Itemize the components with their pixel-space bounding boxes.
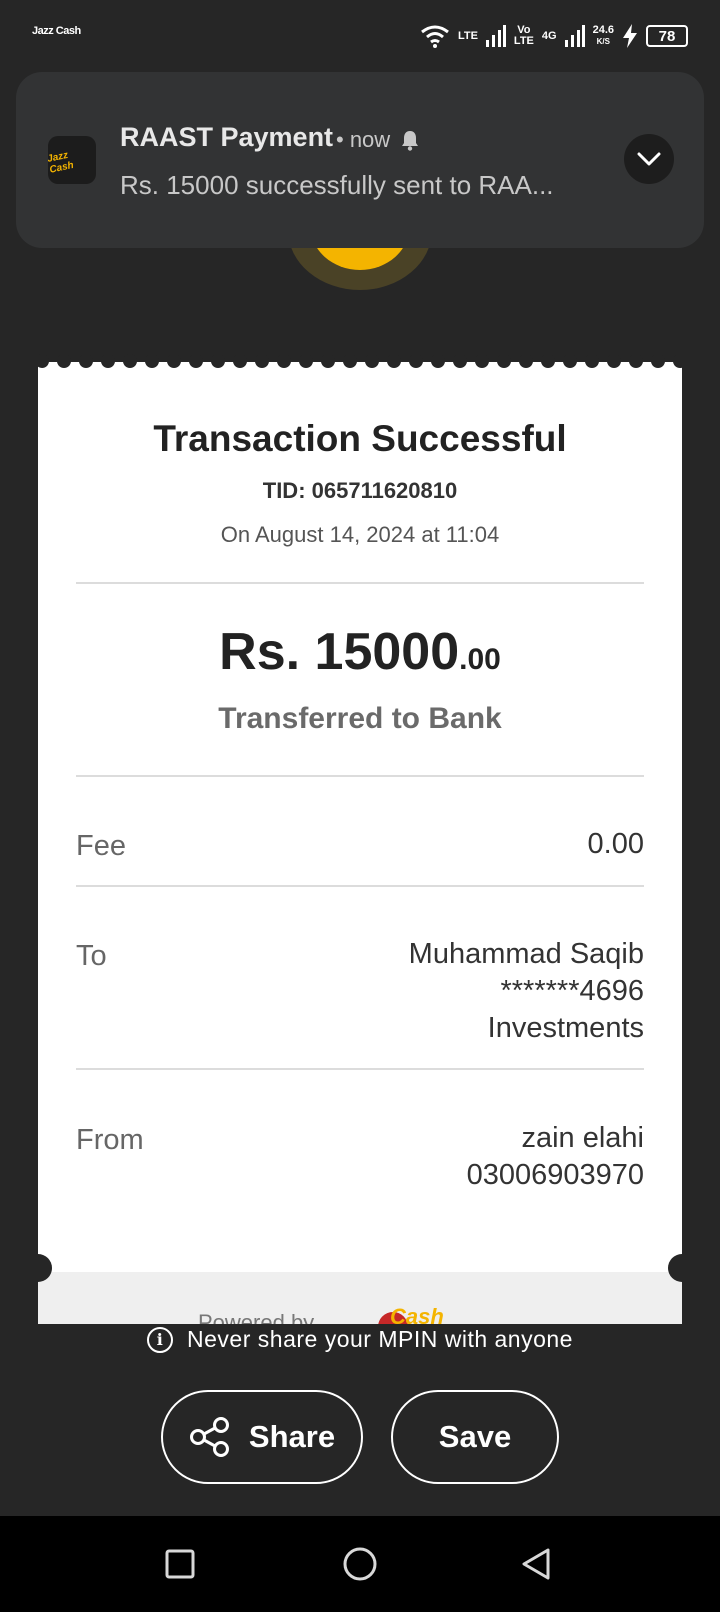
divider xyxy=(76,1068,644,1070)
volte-bottom: LTE xyxy=(513,35,534,47)
share-label: Share xyxy=(248,1419,336,1454)
jazzcash-app-icon: Jazz Cash xyxy=(48,136,96,184)
lte-label: LTE xyxy=(457,29,478,42)
notification-expand-button[interactable] xyxy=(624,134,674,184)
brand-logo-text: Cash xyxy=(390,1304,444,1324)
save-button[interactable]: Save xyxy=(391,1390,559,1484)
speed-unit: K/S xyxy=(596,37,610,46)
notification-time: • now xyxy=(336,127,391,152)
status-bar: Jazz Cash LTE Vo LTE 4G 24.6 K/S 78 xyxy=(0,0,720,70)
save-label: Save xyxy=(438,1419,512,1454)
square-icon xyxy=(165,1549,195,1579)
jazzcash-status-logo: Jazz Cash xyxy=(32,25,81,37)
to-label: To xyxy=(76,940,107,972)
4g-label: 4G xyxy=(541,29,557,42)
circle-icon xyxy=(343,1547,377,1581)
battery-indicator: 78 xyxy=(646,25,688,47)
divider xyxy=(76,582,644,584)
signal-icon-2 xyxy=(564,25,585,47)
app-icon-label: Jazz Cash xyxy=(48,149,75,176)
receipt-card: Transaction Successful TID: 065711620810… xyxy=(38,354,682,1324)
transfer-type: Transferred to Bank xyxy=(218,702,502,735)
net-speed: 24.6 K/S xyxy=(593,25,614,47)
screen: Jazz Cash LTE Vo LTE 4G 24.6 K/S 78 Jazz… xyxy=(0,0,720,1612)
sender-name: zain elahi xyxy=(521,1122,644,1154)
bell-icon xyxy=(402,131,419,151)
notification-meta: • now xyxy=(336,127,420,153)
wifi-icon xyxy=(421,25,449,48)
recipient-bank: Investments xyxy=(487,1012,644,1044)
security-hint-text: Never share your MPIN with anyone xyxy=(187,1326,573,1352)
fee-label: Fee xyxy=(76,830,126,862)
amount-main: Rs. 15000 xyxy=(219,623,460,681)
signal-icon xyxy=(485,25,506,47)
sender-number: 03006903970 xyxy=(466,1159,644,1191)
system-nav-bar xyxy=(0,1516,720,1612)
transaction-id: TID: 065711620810 xyxy=(262,478,458,503)
recents-button[interactable] xyxy=(158,1542,202,1586)
share-button[interactable]: Share xyxy=(161,1390,363,1484)
speed-value: 24.6 xyxy=(592,24,614,36)
chevron-down-icon xyxy=(637,152,661,166)
back-triangle-icon xyxy=(522,1548,550,1580)
security-hint: i Never share your MPIN with anyone xyxy=(0,1326,720,1353)
home-button[interactable] xyxy=(338,1542,382,1586)
notification-card[interactable]: Jazz Cash RAAST Payment • now Rs. 15000 … xyxy=(16,72,704,248)
transaction-status-title: Transaction Successful xyxy=(153,418,567,459)
share-icon xyxy=(189,1417,229,1457)
recipient-name: Muhammad Saqib xyxy=(408,938,644,970)
from-label: From xyxy=(76,1124,144,1156)
recipient-details: Muhammad Saqib *******4696 Investments xyxy=(409,936,644,1047)
receipt-footer: Powered by Cash xyxy=(38,1272,682,1324)
status-indicators: LTE Vo LTE 4G 24.6 K/S 78 xyxy=(420,20,688,52)
receipt-scallop-edge xyxy=(38,354,682,368)
recipient-account: *******4696 xyxy=(500,975,644,1007)
transaction-datetime: On August 14, 2024 at 11:04 xyxy=(220,522,500,547)
back-button[interactable] xyxy=(514,1542,558,1586)
fee-value: 0.00 xyxy=(587,828,644,860)
powered-by-text: Powered by xyxy=(198,1310,315,1324)
divider xyxy=(76,775,644,777)
info-icon: i xyxy=(147,1326,174,1353)
notification-text: Rs. 15000 successfully sent to RAA... xyxy=(120,170,554,200)
charging-icon xyxy=(623,24,637,48)
sender-details: zain elahi 03006903970 xyxy=(467,1120,644,1194)
volte-label: Vo LTE xyxy=(514,25,534,47)
amount-decimal: .00 xyxy=(459,643,501,676)
transaction-amount: Rs. 15000.00 xyxy=(38,622,682,682)
receipt-notch-left xyxy=(24,1254,52,1282)
divider xyxy=(76,885,644,887)
receipt-notch-right xyxy=(668,1254,696,1282)
notification-title: RAAST Payment xyxy=(120,122,334,152)
